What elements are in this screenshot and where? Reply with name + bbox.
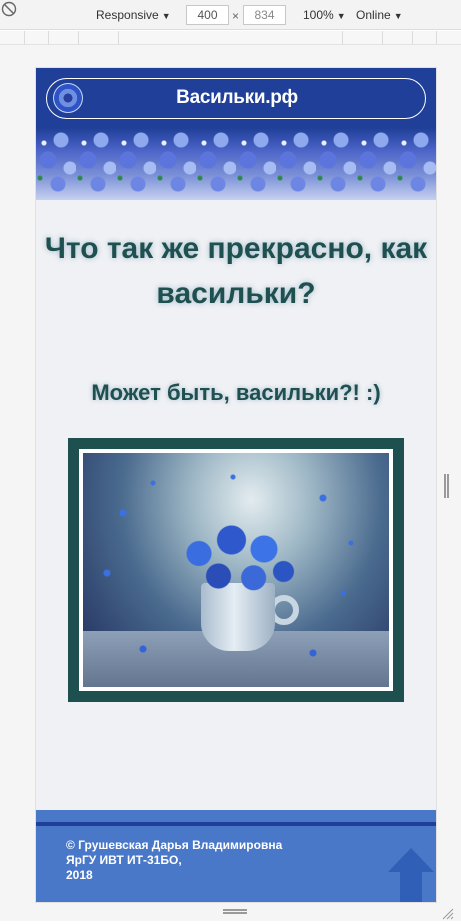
site-title[interactable]: Васильки.рф xyxy=(47,79,427,117)
viewport-height-input[interactable]: 834 xyxy=(243,5,286,25)
photo-flying-petals xyxy=(83,453,389,687)
dimension-separator: × xyxy=(232,9,240,23)
footer-group: ЯрГУ ИВТ ИТ-31БО, xyxy=(66,853,182,867)
page-subheading: Может быть, васильки?! :) xyxy=(91,380,381,405)
footer-year: 2018 xyxy=(66,868,93,882)
site-footer: © Грушевская Дарья Владимировна ЯрГУ ИВТ… xyxy=(36,810,436,902)
page-heading: Что так же прекрасно, как васильки? xyxy=(44,232,428,310)
cornflowers-in-cup-photo xyxy=(83,453,389,687)
rotate-disabled-icon[interactable] xyxy=(0,0,18,18)
site-header: Васильки.рф xyxy=(36,68,436,200)
chevron-down-icon: ▼ xyxy=(336,11,346,21)
resize-handle-bottom[interactable] xyxy=(223,909,247,914)
device-selector[interactable]: Responsive ▼ xyxy=(96,6,171,24)
footer-divider xyxy=(36,822,436,826)
resize-handle-right[interactable] xyxy=(444,474,449,498)
device-label: Responsive xyxy=(96,8,159,22)
network-throttle-selector[interactable]: Online ▼ xyxy=(356,6,403,24)
chevron-down-icon: ▼ xyxy=(393,11,403,21)
viewport-width-input[interactable]: 400 xyxy=(186,5,229,25)
devtools-toolbar: Responsive ▼ 400 × 834 100% ▼ Online ▼ xyxy=(0,0,461,30)
zoom-selector[interactable]: 100% ▼ xyxy=(303,6,346,24)
network-label: Online xyxy=(356,8,391,22)
photo-mat xyxy=(79,449,393,691)
zoom-label: 100% xyxy=(303,8,334,22)
footer-copyright: © Грушевская Дарья Владимировна ЯрГУ ИВТ… xyxy=(66,838,366,883)
emulated-page: Васильки.рф Что так же прекрасно, как ва… xyxy=(36,68,436,902)
footer-author: © Грушевская Дарья Владимировна xyxy=(66,838,283,852)
media-query-ruler xyxy=(0,31,461,45)
photo-frame xyxy=(68,438,404,702)
chevron-down-icon: ▼ xyxy=(161,11,171,21)
arrow-up-icon[interactable] xyxy=(386,846,436,902)
cornflower-banner xyxy=(36,128,436,200)
resize-corner-icon[interactable] xyxy=(440,905,454,920)
nav-bar: Васильки.рф xyxy=(46,78,426,119)
